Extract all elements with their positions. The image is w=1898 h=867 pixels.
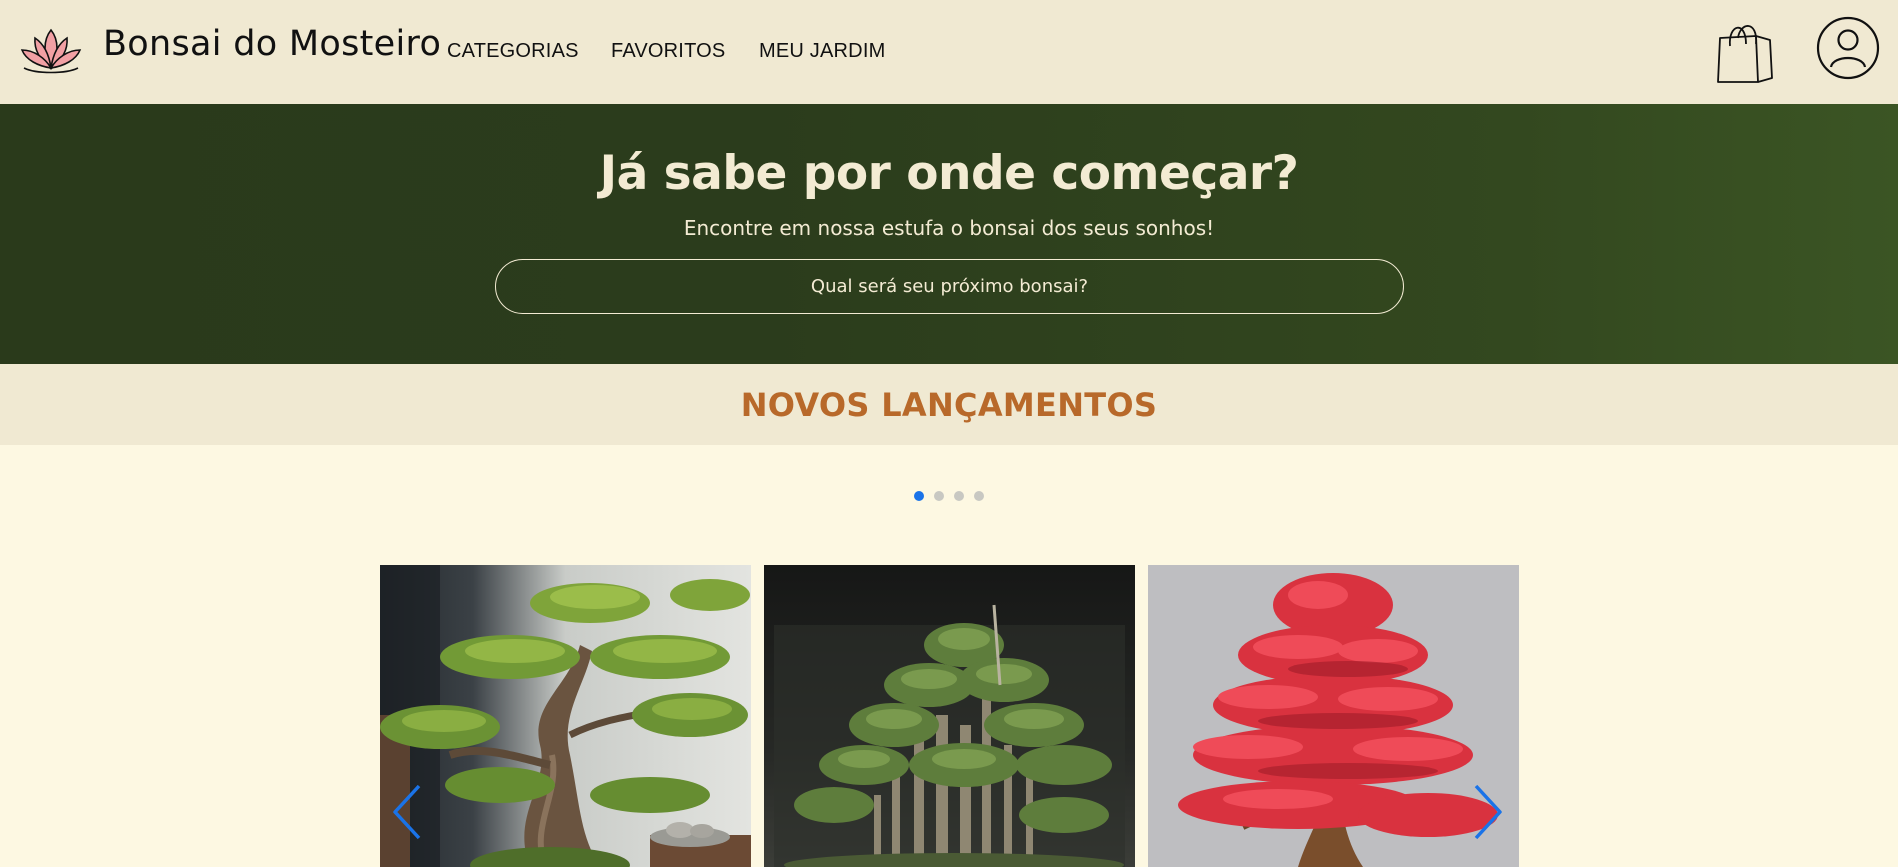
product-card-2[interactable]: [764, 565, 1135, 867]
product-card-1[interactable]: [380, 565, 751, 867]
red-azalea-bonsai-photo: [1148, 565, 1519, 867]
forest-bonsai-photo: [764, 565, 1135, 867]
section-title: NOVOS LANÇAMENTOS: [740, 386, 1158, 424]
carousel-dot-2[interactable]: [934, 491, 944, 501]
nav-favorites[interactable]: FAVORITOS: [611, 40, 725, 63]
nav-my-garden[interactable]: MEU JARDIM: [759, 40, 885, 63]
carousel-indicators: [914, 491, 984, 501]
nav-categories[interactable]: CATEGORIAS: [447, 40, 579, 63]
user-account-icon[interactable]: [1815, 15, 1881, 81]
chevron-right-icon[interactable]: [1470, 782, 1506, 842]
section-header: NOVOS LANÇAMENTOS: [0, 364, 1898, 445]
lotus-logo-icon[interactable]: [18, 24, 84, 76]
pine-bonsai-photo: [380, 565, 751, 867]
product-card-3[interactable]: [1148, 565, 1519, 867]
site-header: Bonsai do Mosteiro CATEGORIAS FAVORITOS …: [0, 0, 1898, 104]
chevron-left-icon[interactable]: [389, 782, 425, 842]
hero-subtitle: Encontre em nossa estufa o bonsai dos se…: [683, 216, 1215, 240]
hero-title: Já sabe por onde começar?: [599, 146, 1299, 201]
search-input[interactable]: [495, 259, 1404, 314]
brand-name[interactable]: Bonsai do Mosteiro: [103, 24, 441, 64]
carousel-dot-3[interactable]: [954, 491, 964, 501]
hero-banner: Já sabe por onde começar? Encontre em no…: [0, 104, 1898, 364]
shopping-bag-icon[interactable]: [1716, 16, 1776, 84]
carousel-dot-1[interactable]: [914, 491, 924, 501]
carousel-dot-4[interactable]: [974, 491, 984, 501]
